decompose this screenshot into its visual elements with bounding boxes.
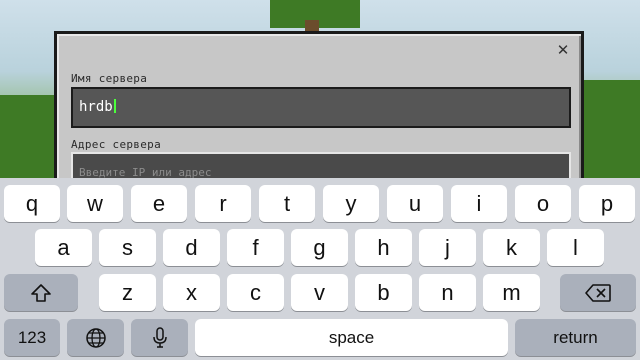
key-u[interactable]: u bbox=[387, 185, 443, 222]
numbers-key[interactable]: 123 bbox=[4, 319, 60, 356]
key-v[interactable]: v bbox=[291, 274, 348, 311]
key-z[interactable]: z bbox=[99, 274, 156, 311]
globe-icon bbox=[85, 327, 106, 348]
backspace-icon bbox=[585, 283, 611, 302]
key-d[interactable]: d bbox=[163, 229, 220, 266]
jungle-foliage-left bbox=[0, 95, 54, 178]
key-q[interactable]: q bbox=[4, 185, 60, 222]
key-w[interactable]: w bbox=[67, 185, 123, 222]
key-n[interactable]: n bbox=[419, 274, 476, 311]
server-address-label: Адрес сервера bbox=[71, 138, 161, 151]
key-i[interactable]: i bbox=[451, 185, 507, 222]
key-j[interactable]: j bbox=[419, 229, 476, 266]
key-h[interactable]: h bbox=[355, 229, 412, 266]
key-m[interactable]: m bbox=[483, 274, 540, 311]
key-x[interactable]: x bbox=[163, 274, 220, 311]
key-l[interactable]: l bbox=[547, 229, 604, 266]
backspace-key[interactable] bbox=[560, 274, 636, 311]
shift-icon bbox=[31, 283, 51, 302]
key-g[interactable]: g bbox=[291, 229, 348, 266]
key-e[interactable]: e bbox=[131, 185, 187, 222]
add-server-dialog: ✕ Имя сервера hrdb Адрес сервера Введите… bbox=[54, 31, 584, 192]
key-o[interactable]: o bbox=[515, 185, 571, 222]
key-p[interactable]: p bbox=[579, 185, 635, 222]
key-y[interactable]: y bbox=[323, 185, 379, 222]
key-a[interactable]: a bbox=[35, 229, 92, 266]
server-name-label: Имя сервера bbox=[71, 72, 148, 85]
microphone-key[interactable] bbox=[131, 319, 188, 356]
text-cursor bbox=[113, 99, 116, 113]
key-f[interactable]: f bbox=[227, 229, 284, 266]
shift-key[interactable] bbox=[4, 274, 78, 311]
server-name-input[interactable]: hrdb bbox=[71, 87, 571, 128]
key-b[interactable]: b bbox=[355, 274, 412, 311]
microphone-icon bbox=[152, 326, 167, 348]
server-name-value: hrdb bbox=[79, 99, 116, 115]
key-s[interactable]: s bbox=[99, 229, 156, 266]
jungle-foliage-right bbox=[584, 80, 640, 178]
space-key[interactable]: space bbox=[195, 319, 508, 356]
return-key[interactable]: return bbox=[515, 319, 636, 356]
key-k[interactable]: k bbox=[483, 229, 540, 266]
globe-key[interactable] bbox=[67, 319, 124, 356]
close-icon[interactable]: ✕ bbox=[555, 42, 571, 58]
key-t[interactable]: t bbox=[259, 185, 315, 222]
key-r[interactable]: r bbox=[195, 185, 251, 222]
on-screen-keyboard: q w e r t y u i o p a s d f g h j k l z … bbox=[0, 178, 640, 360]
key-c[interactable]: c bbox=[227, 274, 284, 311]
